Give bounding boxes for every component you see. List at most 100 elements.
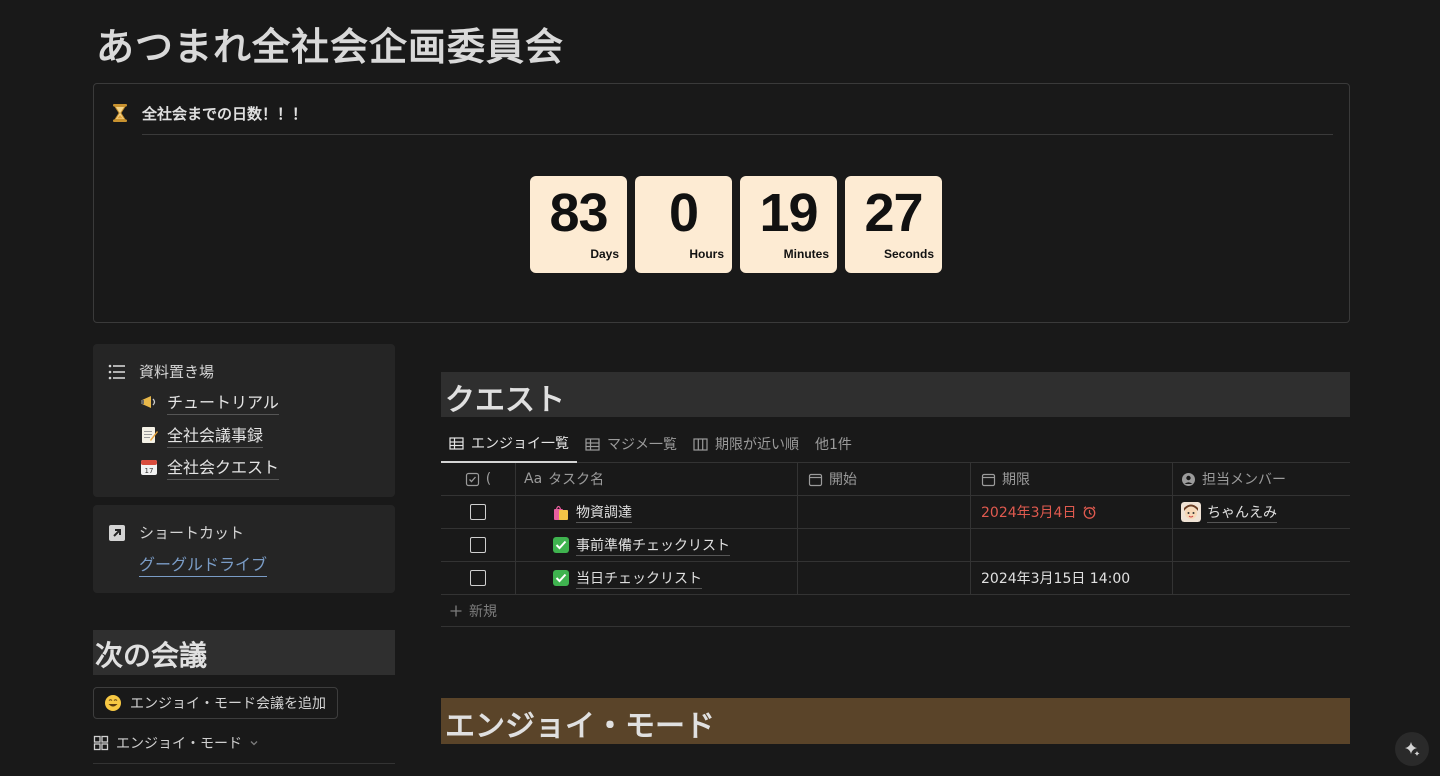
countdown-value: 19 bbox=[759, 183, 818, 243]
due-date: 2024年3月15日 14:00 bbox=[981, 571, 1131, 587]
add-meeting-button[interactable]: エンジョイ・モード会議を追加 bbox=[93, 687, 338, 719]
done-checkbox[interactable] bbox=[470, 570, 486, 586]
megaphone-icon bbox=[141, 396, 156, 408]
column-header-member[interactable]: 担当メンバー bbox=[1173, 463, 1350, 495]
column-header-label: 期限 bbox=[1002, 472, 1030, 488]
column-header-due[interactable]: 期限 bbox=[971, 463, 1173, 495]
column-header-label: タスク名 bbox=[548, 472, 605, 488]
quest-heading: クエスト bbox=[441, 372, 1350, 418]
countdown-unit: Hours bbox=[689, 247, 724, 261]
countdown-tile-minutes: 19 Minutes bbox=[740, 176, 837, 273]
start-cell[interactable] bbox=[798, 529, 971, 561]
resource-label: チュートリアル bbox=[167, 389, 279, 415]
table-icon bbox=[449, 436, 464, 450]
view-selector[interactable]: エンジョイ・モード bbox=[93, 733, 260, 753]
new-row-button[interactable]: 新規 bbox=[441, 595, 1350, 627]
alarm-clock-icon bbox=[1084, 505, 1096, 519]
view-label: エンジョイ・モード bbox=[116, 736, 242, 752]
resource-link-tutorial[interactable]: チュートリアル bbox=[139, 389, 279, 415]
resources-callout: 資料置き場 チュートリアル 全社会議事録 17 全社会クエスト bbox=[93, 344, 395, 497]
enjoy-mode-heading: エンジョイ・モード bbox=[441, 698, 1350, 744]
task-name-cell[interactable]: 物資調達 bbox=[516, 496, 798, 528]
resources-heading: 資料置き場 bbox=[107, 361, 214, 382]
quest-table: ( Aa タスク名 開始 期限 担当メンバー 物資調達 2024年3月4日 ちゃ… bbox=[441, 463, 1350, 627]
tab-label: エンジョイ一覧 bbox=[471, 436, 569, 452]
due-date: 2024年3月4日 bbox=[981, 505, 1077, 521]
countdown-value: 0 bbox=[668, 183, 699, 243]
view-tabs: エンジョイ一覧 マジメ一覧 期限が近い順 他1件 bbox=[441, 426, 1350, 463]
due-cell[interactable]: 2024年3月15日 14:00 bbox=[971, 562, 1173, 594]
task-name-cell[interactable]: 事前準備チェックリスト bbox=[516, 529, 798, 561]
tab-label: 期限が近い順 bbox=[715, 437, 799, 453]
row-checkbox-cell bbox=[441, 529, 516, 561]
tab-serious-list[interactable]: マジメ一覧 bbox=[577, 426, 685, 463]
done-checkbox[interactable] bbox=[470, 504, 486, 520]
add-meeting-label: エンジョイ・モード会議を追加 bbox=[130, 696, 326, 712]
table-header: ( Aa タスク名 開始 期限 担当メンバー bbox=[441, 463, 1350, 496]
countdown-tile-seconds: 27 Seconds bbox=[845, 176, 942, 273]
column-header-start[interactable]: 開始 bbox=[798, 463, 971, 495]
resources-heading-label: 資料置き場 bbox=[139, 363, 215, 381]
chevron-down-icon bbox=[250, 741, 258, 746]
hourglass-icon bbox=[113, 104, 127, 122]
resource-link-minutes[interactable]: 全社会議事録 bbox=[139, 422, 264, 448]
tab-label: マジメ一覧 bbox=[607, 437, 677, 453]
google-drive-link[interactable]: グーグルドライブ bbox=[139, 551, 268, 577]
avatar bbox=[1181, 502, 1201, 522]
start-cell[interactable] bbox=[798, 562, 971, 594]
countdown-unit: Days bbox=[590, 247, 619, 261]
column-header-label: ( bbox=[485, 471, 492, 487]
table-row[interactable]: 当日チェックリスト 2024年3月15日 14:00 bbox=[441, 562, 1350, 595]
row-checkbox-cell bbox=[441, 496, 516, 528]
member-cell[interactable]: ちゃんえみ bbox=[1173, 496, 1350, 528]
checkbox-icon bbox=[465, 472, 479, 486]
tab-enjoy-list[interactable]: エンジョイ一覧 bbox=[441, 426, 577, 463]
countdown-title: 全社会までの日数！！！ bbox=[142, 102, 1333, 135]
countdown-tile-days: 83 Days bbox=[530, 176, 627, 273]
member-cell[interactable] bbox=[1173, 562, 1350, 594]
countdown-widget: 全社会までの日数！！！ 83 Days 0 Hours 19 Minutes 2… bbox=[93, 83, 1350, 323]
column-header-task-name[interactable]: Aa タスク名 bbox=[516, 463, 798, 495]
tab-label: 他1件 bbox=[815, 437, 852, 453]
next-meeting-heading: 次の会議 bbox=[93, 630, 395, 675]
person-icon bbox=[1182, 472, 1195, 486]
column-header-label: 担当メンバー bbox=[1202, 472, 1286, 488]
ai-assistant-button[interactable] bbox=[1395, 732, 1429, 766]
tab-deadline-order[interactable]: 期限が近い順 bbox=[685, 426, 807, 463]
memo-icon bbox=[142, 427, 158, 443]
task-name-cell[interactable]: 当日チェックリスト bbox=[516, 562, 798, 594]
sparkle-icon bbox=[1405, 742, 1420, 756]
countdown-value: 83 bbox=[549, 183, 608, 243]
text-type-icon: Aa bbox=[524, 471, 543, 487]
divider bbox=[93, 763, 395, 764]
countdown-unit: Minutes bbox=[783, 247, 829, 261]
column-header-done[interactable]: ( bbox=[441, 463, 516, 495]
countdown-tiles: 83 Days 0 Hours 19 Minutes 27 Seconds bbox=[530, 176, 942, 273]
due-cell[interactable] bbox=[971, 529, 1173, 561]
grid-view-icon bbox=[93, 735, 109, 751]
table-row[interactable]: 事前準備チェックリスト bbox=[441, 529, 1350, 562]
calendar-icon: 17 bbox=[141, 460, 157, 475]
task-name: 当日チェックリスト bbox=[576, 568, 702, 589]
page-title: あつまれ全社会企画委員会 bbox=[96, 25, 565, 69]
overdue-date: 2024年3月4日 bbox=[981, 502, 1097, 522]
new-row-label: 新規 bbox=[469, 603, 497, 620]
member-cell[interactable] bbox=[1173, 529, 1350, 561]
date-icon bbox=[981, 473, 996, 486]
countdown-unit: Seconds bbox=[883, 247, 934, 261]
arrow-up-right-icon bbox=[109, 524, 125, 541]
countdown-tile-hours: 0 Hours bbox=[635, 176, 732, 273]
start-cell[interactable] bbox=[798, 496, 971, 528]
tab-more[interactable]: 他1件 bbox=[807, 426, 860, 463]
shortcut-heading-label: ショートカット bbox=[139, 524, 245, 542]
countdown-value: 27 bbox=[864, 183, 923, 243]
svg-text:17: 17 bbox=[145, 467, 154, 475]
table-row[interactable]: 物資調達 2024年3月4日 ちゃんえみ bbox=[441, 496, 1350, 529]
board-icon bbox=[693, 437, 708, 451]
done-checkbox[interactable] bbox=[470, 537, 486, 553]
resource-link-quest[interactable]: 17 全社会クエスト bbox=[139, 454, 280, 480]
check-mark-icon bbox=[553, 570, 569, 586]
shortcut-heading: ショートカット bbox=[107, 522, 244, 543]
check-mark-icon bbox=[553, 537, 569, 553]
due-cell[interactable]: 2024年3月4日 bbox=[971, 496, 1173, 528]
